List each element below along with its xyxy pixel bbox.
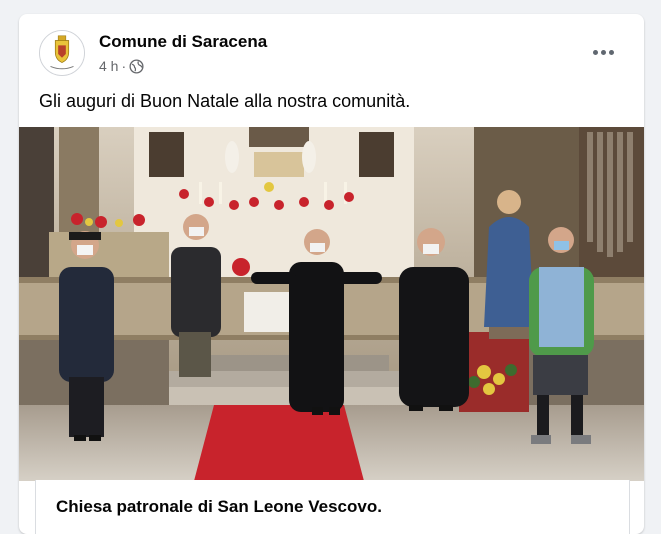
more-options-button[interactable]: [588, 40, 618, 64]
post-timestamp[interactable]: 4 h: [99, 58, 118, 74]
link-title[interactable]: Chiesa patronale di San Leone Vescovo.: [56, 497, 382, 517]
globe-icon[interactable]: [129, 58, 144, 74]
post-meta: 4 h ·: [99, 58, 144, 74]
post-photo[interactable]: [19, 127, 644, 481]
post-card: Comune di Saracena 4 h · Gli auguri di B…: [19, 14, 644, 534]
coat-of-arms-icon: [40, 31, 84, 75]
meta-separator: ·: [121, 58, 127, 74]
page-avatar[interactable]: [39, 30, 85, 76]
link-preview[interactable]: Chiesa patronale di San Leone Vescovo.: [35, 480, 630, 534]
more-options-icon: [592, 49, 598, 55]
post-text: Gli auguri di Buon Natale alla nostra co…: [39, 91, 411, 111]
page-name-link[interactable]: Comune di Saracena: [99, 32, 267, 52]
church-group-photo: [19, 127, 644, 481]
